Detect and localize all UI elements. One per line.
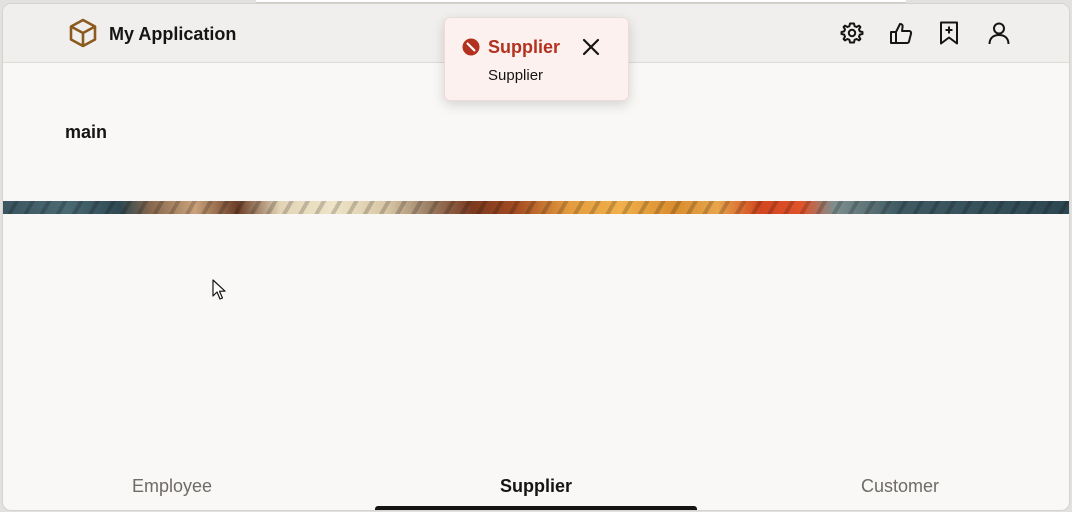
decorative-banner (3, 201, 1069, 214)
toast-message: Supplier (488, 67, 544, 84)
user-icon[interactable] (986, 20, 1012, 46)
gear-icon[interactable] (839, 20, 865, 46)
thumbs-up-icon[interactable] (888, 20, 914, 46)
toast-title: Supplier (488, 37, 561, 57)
close-icon[interactable] (581, 37, 601, 57)
error-toast: Supplier Supplier (444, 17, 629, 101)
tab-employee[interactable]: Employee (11, 460, 333, 510)
tab-selected-indicator (375, 506, 697, 510)
tab-customer[interactable]: Customer (739, 460, 1061, 510)
bookmark-add-icon[interactable] (936, 20, 962, 46)
app-title: My Application (109, 24, 237, 44)
bottom-tab-bar: Employee Supplier Customer (3, 460, 1069, 510)
tab-label: Customer (860, 476, 940, 496)
banner-pattern (3, 201, 1069, 214)
cube-icon (68, 18, 98, 48)
tab-label: Employee (131, 476, 213, 496)
error-icon (462, 38, 480, 56)
window-top-bar (256, 0, 906, 3)
tab-supplier[interactable]: Supplier (375, 460, 697, 510)
main-heading: main (65, 122, 108, 142)
tab-label: Supplier (499, 476, 572, 496)
mouse-cursor-icon (212, 279, 228, 301)
